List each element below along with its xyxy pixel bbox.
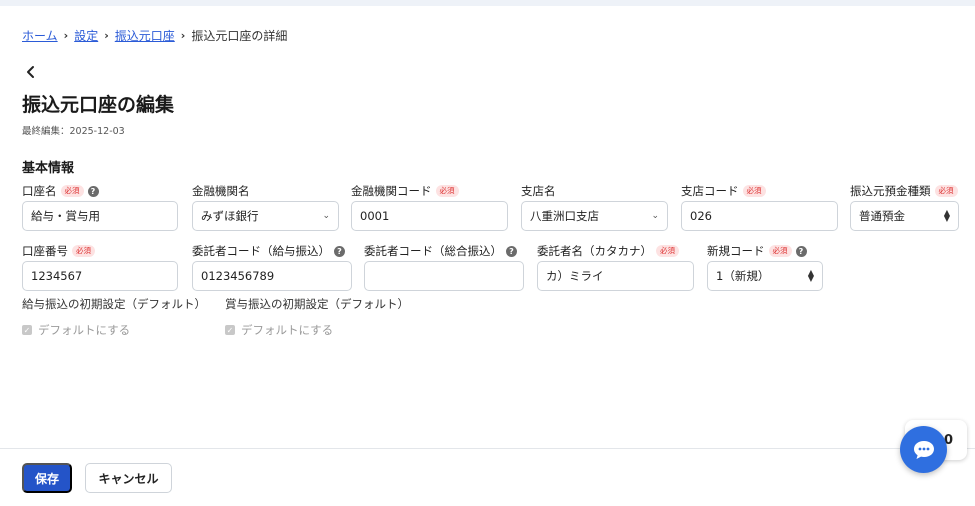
save-button[interactable]: 保存 [22, 463, 72, 493]
chevron-right-icon: › [104, 29, 109, 42]
required-badge: 必須 [934, 185, 958, 197]
bank-code-input[interactable]: 0001 [351, 201, 508, 231]
new-code-select[interactable]: 1（新規） ▲ ▼ [707, 261, 823, 291]
branch-code-label: 支店コード [681, 184, 739, 198]
account-number-label: 口座番号 [22, 244, 68, 258]
consignor-code-general-field: 委託者コード（総合振込） ? [364, 243, 524, 291]
account-name-label: 口座名 [22, 184, 57, 198]
chevron-right-icon: › [180, 29, 186, 42]
new-code-field: 新規コード 必須 ? 1（新規） ▲ ▼ [707, 243, 823, 291]
last-edited-text: 最終編集：2025-12-03 [22, 126, 125, 137]
consignor-code-salary-input[interactable]: 0123456789 [192, 261, 352, 291]
account-name-input[interactable]: 給与・賞与用 [22, 201, 178, 231]
consignor-code-salary-label: 委託者コード（給与振込） [192, 244, 330, 258]
consignor-name-kana-label: 委託者名（カタカナ） [537, 244, 652, 258]
salary-default-group: 給与振込の初期設定（デフォルト） ✓ デフォルトにする [22, 296, 206, 338]
check-icon: ✓ [22, 325, 32, 335]
help-icon[interactable]: ? [87, 185, 99, 197]
consignor-code-general-label: 委託者コード（総合振込） [364, 244, 502, 258]
required-badge: 必須 [768, 245, 792, 257]
footer-divider [0, 448, 975, 449]
help-icon[interactable]: ? [795, 245, 807, 257]
bonus-default-checkbox[interactable]: ✓ デフォルトにする [225, 322, 409, 338]
deposit-type-label: 振込元預金種類 [850, 184, 931, 198]
required-badge: 必須 [742, 185, 766, 197]
help-icon[interactable]: ? [506, 245, 517, 257]
required-badge: 必須 [60, 185, 84, 197]
top-bar [0, 0, 975, 6]
new-code-label: 新規コード [707, 244, 765, 258]
bank-name-label: 金融機関名 [192, 184, 250, 198]
account-name-field: 口座名 必須 ? 給与・賞与用 [22, 183, 178, 231]
cancel-button[interactable]: キャンセル [85, 463, 172, 493]
deposit-type-field: 振込元預金種類 必須 普通預金 ▲ ▼ [850, 183, 959, 231]
branch-code-field: 支店コード 必須 026 [681, 183, 838, 231]
deposit-type-select[interactable]: 普通預金 ▲ ▼ [850, 201, 959, 231]
breadcrumb-settings-link[interactable]: 設定 [74, 27, 98, 44]
bank-name-select[interactable]: みずほ銀行 ⌄ [192, 201, 339, 231]
required-badge: 必須 [656, 245, 679, 257]
page-title: 振込元口座の編集 [22, 94, 175, 116]
help-icon[interactable]: ? [334, 245, 345, 257]
required-badge: 必須 [72, 245, 95, 257]
check-icon: ✓ [225, 325, 235, 335]
back-button[interactable] [24, 64, 38, 80]
consignor-code-general-input[interactable] [364, 261, 524, 291]
bonus-default-group: 賞与振込の初期設定（デフォルト） ✓ デフォルトにする [225, 296, 409, 338]
breadcrumb-current: 振込元口座の詳細 [191, 29, 288, 43]
breadcrumb: ホーム › 設定 › 振込元口座 › 振込元口座の詳細 [22, 27, 287, 44]
salary-default-checkbox[interactable]: ✓ デフォルトにする [22, 322, 206, 338]
chevron-left-icon [27, 66, 34, 78]
branch-name-label: 支店名 [521, 184, 556, 198]
breadcrumb-home-link[interactable]: ホーム [22, 27, 58, 44]
consignor-name-kana-field: 委託者名（カタカナ） 必須 カ）ミライ [537, 243, 694, 291]
account-number-input[interactable]: 1234567 [22, 261, 178, 291]
chat-button[interactable] [900, 426, 947, 473]
updown-arrows-icon: ▲ ▼ [807, 268, 814, 283]
chat-bubble-icon [913, 440, 934, 459]
consignor-name-kana-input[interactable]: カ）ミライ [537, 261, 694, 291]
branch-code-input[interactable]: 026 [681, 201, 838, 231]
branch-name-select[interactable]: 八重洲口支店 ⌄ [521, 201, 668, 231]
chevron-down-icon: ⌄ [651, 211, 659, 221]
branch-name-field: 支店名 八重洲口支店 ⌄ [521, 183, 668, 231]
bank-code-field: 金融機関コード 必須 0001 [351, 183, 508, 231]
salary-default-label: 給与振込の初期設定（デフォルト） [22, 297, 206, 311]
bonus-default-label: 賞与振込の初期設定（デフォルト） [225, 297, 409, 311]
consignor-code-salary-field: 委託者コード（給与振込） ? 0123456789 [192, 243, 352, 291]
section-title: 基本情報 [22, 161, 75, 176]
bank-code-label: 金融機関コード [351, 184, 432, 198]
bank-name-field: 金融機関名 みずほ銀行 ⌄ [192, 183, 339, 231]
required-badge: 必須 [435, 185, 459, 197]
breadcrumb-accounts-link[interactable]: 振込元口座 [115, 27, 175, 44]
chevron-right-icon: › [63, 29, 69, 42]
chevron-down-icon: ⌄ [322, 211, 330, 221]
account-number-field: 口座番号 必須 1234567 [22, 243, 178, 291]
updown-arrows-icon: ▲ ▼ [943, 208, 950, 223]
